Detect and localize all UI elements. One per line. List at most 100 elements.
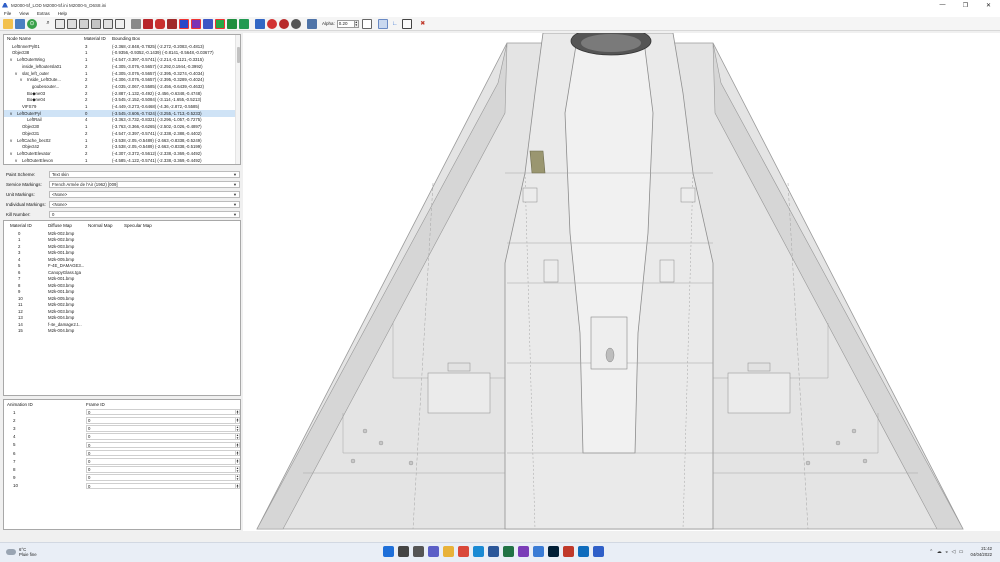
col-bounding-box[interactable]: Bounding Box <box>112 36 140 41</box>
col-node-name[interactable]: Node Name <box>7 36 31 41</box>
animation-table[interactable]: Animation ID Frame ID 1 0 ▲ ▼ 2 0 ▲ ▼ 3 0 ▲ ▼ 4 0 ▲ ▼ 5 0… <box>3 399 241 530</box>
photos-icon[interactable] <box>518 546 529 557</box>
spinner-arrows-icon[interactable]: ▲ ▼ <box>235 475 239 480</box>
lights-icon[interactable] <box>255 18 265 29</box>
tree-node[interactable]: v slat_left_outer 1 (-4.305,-3.076,-0.5657)… <box>4 70 235 77</box>
expand-chevron-icon[interactable]: v <box>20 77 22 82</box>
expand-chevron-icon[interactable]: v <box>10 151 12 156</box>
col-material-id[interactable]: Material ID <box>84 36 106 41</box>
tree-node[interactable]: VIFS79 1 (-4.449,-3.273,-0.6468) (-4.36,-2… <box>4 103 235 110</box>
spinner-arrows-icon[interactable]: ▲ ▼ <box>235 483 239 488</box>
green-cube-icon[interactable] <box>227 18 237 29</box>
frame-id-spinbox[interactable]: 0 ▲ ▼ <box>86 441 240 449</box>
menu-help[interactable]: Help <box>58 11 67 16</box>
spinner-arrows-icon[interactable]: ▲ ▼ <box>235 418 239 423</box>
tree-node[interactable]: Bo◆ne03 2 (-2.887,-1.132,-0.492) (-2.456,-… <box>4 90 235 97</box>
windows-start-icon[interactable] <box>383 546 394 557</box>
word-icon[interactable] <box>488 546 499 557</box>
materials-table[interactable]: Material ID Diffuse Map Normal Map Specu… <box>3 220 241 396</box>
tree-node[interactable]: v LeftOuterElevon 1 (-4.585,-4.122,-0.5741)… <box>4 157 235 164</box>
frame-id-spinbox[interactable]: 0 ▲ ▼ <box>86 408 240 416</box>
settings-icon[interactable] <box>533 546 544 557</box>
bounding-box-icon[interactable] <box>401 18 412 29</box>
save-icon[interactable] <box>15 18 25 29</box>
view-back-icon[interactable] <box>67 18 77 29</box>
menu-view[interactable]: View <box>19 11 29 16</box>
frame-id-spinbox[interactable]: 0 ▲ ▼ <box>86 457 240 465</box>
service-markings-select[interactable]: French Armée de l'Air (1962) [009] ▼ <box>49 180 240 188</box>
tree-node[interactable]: v LeftOuterElevator 2 (-4.307,-3.372,-0.561… <box>4 150 235 157</box>
normal-map-icon[interactable] <box>179 18 189 29</box>
grid-icon[interactable] <box>377 18 388 29</box>
search-icon[interactable] <box>398 546 409 557</box>
spinner-arrows-icon[interactable]: ▲ ▼ <box>235 409 239 415</box>
expand-chevron-icon[interactable]: v <box>10 57 12 62</box>
tray-icons[interactable]: ⌃ ☁ ◒ ◁ ▭ <box>929 549 964 555</box>
tree-node[interactable]: v Inside_LeftOute... 2 (-4.306,-3.076,-0.56… <box>4 77 235 84</box>
open-folder-icon[interactable] <box>3 18 13 29</box>
alpha-spinner[interactable]: ▲ ▼ <box>354 19 359 28</box>
col-material-id[interactable]: Material ID <box>10 223 32 228</box>
view-top-icon[interactable] <box>103 18 113 29</box>
expand-chevron-icon[interactable]: v <box>10 138 12 143</box>
game-icon[interactable] <box>563 546 574 557</box>
texture-icon[interactable] <box>203 18 213 29</box>
view-front-icon[interactable] <box>55 18 65 29</box>
node-tree[interactable]: Node Name Material ID Bounding Box LeftI… <box>3 34 241 165</box>
minimize-button[interactable]: — <box>931 0 954 10</box>
tree-node[interactable]: v LeftCache_bec02 1 (-3.538,-2.05,-0.5489) … <box>4 137 235 144</box>
zoom-icon[interactable]: ⌕ <box>43 19 53 29</box>
weather-widget[interactable]: 6°C Pluie fine <box>6 547 37 557</box>
col-diffuse-map[interactable]: Diffuse Map <box>48 223 72 228</box>
alpha-input[interactable]: 0.20 <box>336 19 355 28</box>
specular-map-icon[interactable] <box>191 18 201 29</box>
spinner-arrows-icon[interactable]: ▲ ▼ <box>235 442 239 447</box>
tree-scrollbar[interactable] <box>235 35 240 164</box>
red-cube-icon[interactable] <box>143 18 153 29</box>
shaded-icon[interactable] <box>131 18 141 29</box>
cockpit-icon[interactable]: ⊙ <box>27 18 37 29</box>
expand-chevron-icon[interactable]: v <box>15 71 17 76</box>
tree-node[interactable]: LeftInnerPyl01 3 (-2.368,-2.848,-0.7825) (… <box>4 43 235 50</box>
frame-id-spinbox[interactable]: 0 ▲ ▼ <box>86 474 240 481</box>
frame-id-spinbox[interactable]: 0 ▲ ▼ <box>86 449 240 457</box>
bomb-icon[interactable] <box>279 18 289 29</box>
spinner-arrows-icon[interactable]: ▲ ▼ <box>235 434 239 439</box>
axis-icon[interactable]: ∟ <box>390 19 400 29</box>
close-button[interactable]: ✕ <box>977 0 1000 10</box>
col-frame-id[interactable]: Frame ID <box>86 402 105 407</box>
damage-icon[interactable] <box>167 18 177 29</box>
tree-node[interactable]: v LeftOuterWing 1 (-4.547,-3.397,-0.5741) (… <box>4 56 235 63</box>
paint-scheme-select[interactable]: Text skin ▼ <box>49 170 240 178</box>
frame-id-spinbox[interactable]: 0 ▲ ▼ <box>86 433 240 440</box>
tools-icon[interactable]: ✖ <box>418 19 428 29</box>
expand-chevron-icon[interactable]: v <box>15 158 17 163</box>
spinner-arrows-icon[interactable]: ▲ ▼ <box>235 426 239 431</box>
tree-node[interactable]: Object42 2 (-3.538,-2.05,-0.5489) (-2.663,… <box>4 144 235 151</box>
clock[interactable]: 21:42 04/04/2022 <box>970 546 992 558</box>
spinner-arrows-icon[interactable]: ▲ ▼ <box>235 459 239 464</box>
wire-icon[interactable] <box>239 18 249 29</box>
lod-icon[interactable] <box>215 18 225 29</box>
tree-node[interactable]: Object31 2 (-4.547,-3.397,-0.5741) (-2.338… <box>4 130 235 137</box>
photoshop-icon[interactable] <box>548 546 559 557</box>
tree-node[interactable]: LeftRail 4 (-3.363,-3.732,-0.8321) (-3.296… <box>4 117 235 124</box>
tree-node[interactable]: Object38 1 (-0.9356,-0.9352,-0.1439) (-0.8… <box>4 50 235 57</box>
spinner-arrows-icon[interactable]: ▲ ▼ <box>235 467 239 472</box>
gear-icon[interactable] <box>291 18 301 29</box>
menu-file[interactable]: File <box>4 11 11 16</box>
lod-viewer-icon[interactable] <box>593 546 604 557</box>
view-bottom-icon[interactable] <box>115 18 125 29</box>
individual-markings-select[interactable]: <None> ▼ <box>49 200 240 208</box>
task-view-icon[interactable] <box>413 546 424 557</box>
col-specular-map[interactable]: Specular Map <box>124 223 152 228</box>
red-shade-icon[interactable] <box>155 18 165 29</box>
material-row[interactable]: 15 M2k-004.bmp <box>4 328 240 335</box>
view-right-icon[interactable] <box>91 18 101 29</box>
maximize-button[interactable]: ❐ <box>954 0 977 10</box>
box-icon[interactable] <box>361 18 372 29</box>
frame-id-spinbox[interactable]: 0 ▲ ▼ <box>86 466 240 473</box>
menu-extras[interactable]: Extras <box>37 11 50 16</box>
cube-icon[interactable] <box>307 18 317 29</box>
mail-icon[interactable] <box>578 546 589 557</box>
